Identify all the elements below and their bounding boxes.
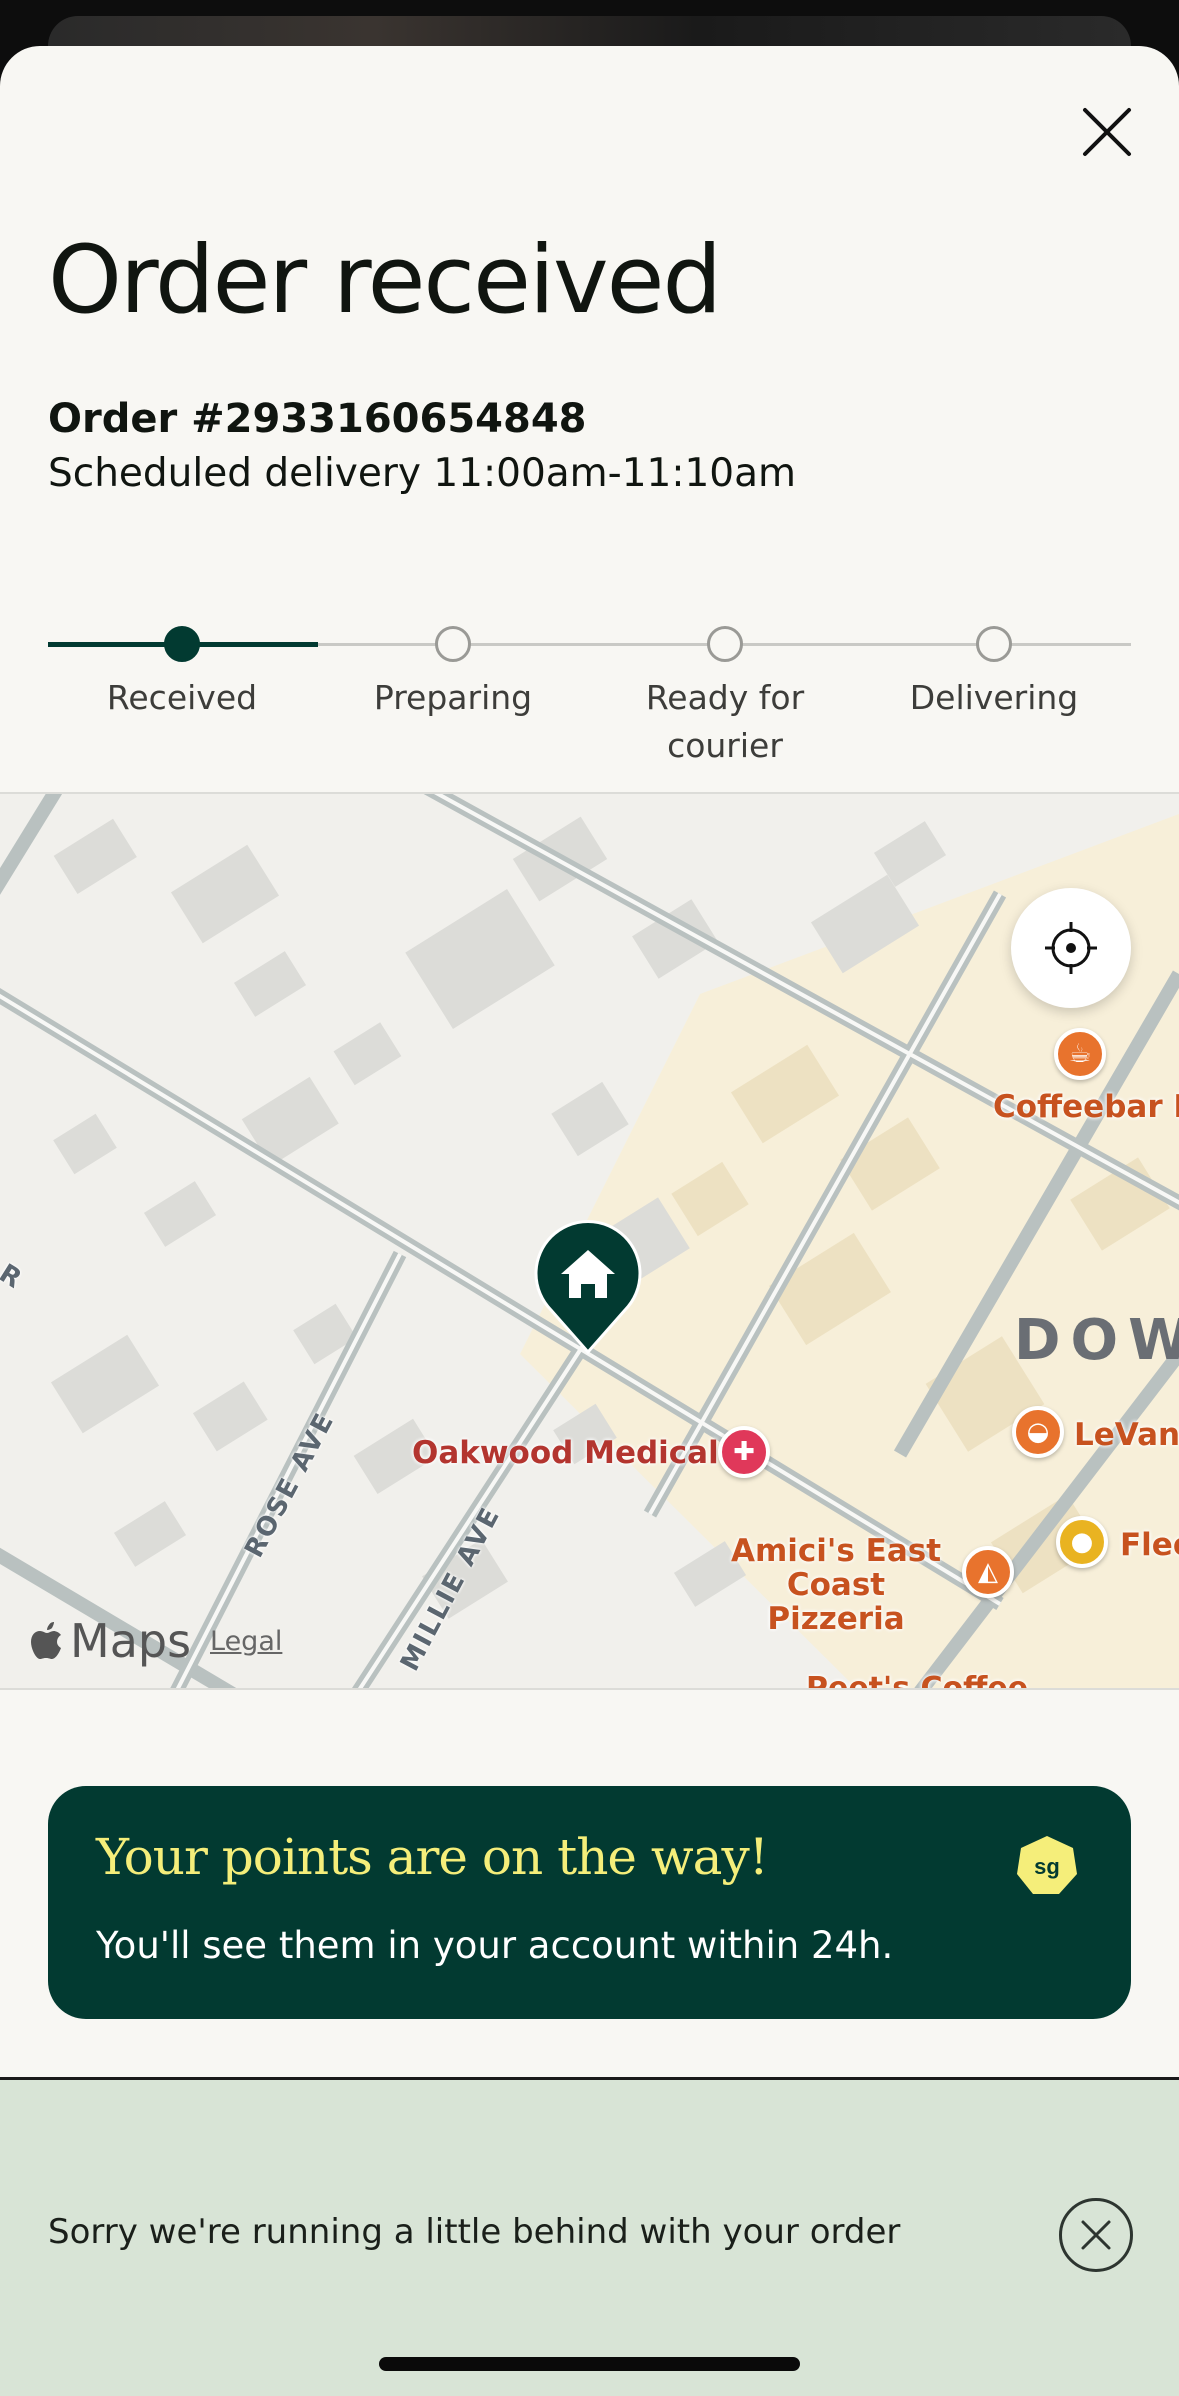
close-button[interactable]	[1077, 102, 1137, 162]
map-place-coffeebar[interactable]: Coffeebar Downtown	[993, 1090, 1179, 1124]
order-progress-tracker: Received Preparing Ready for courier Del…	[48, 624, 1131, 774]
dismiss-banner-button[interactable]	[1059, 2198, 1133, 2272]
coffee-cup-icon[interactable]: ☕	[1054, 1028, 1106, 1080]
maps-logo: Maps	[30, 1614, 191, 1668]
step-ready-for-courier: Ready for courier	[615, 624, 835, 770]
pizza-slice-icon[interactable]: ◭	[962, 1546, 1014, 1598]
step-dot	[164, 626, 200, 662]
step-dot	[435, 626, 471, 662]
home-indicator[interactable]	[379, 2357, 800, 2371]
delivery-schedule: Scheduled delivery 11:00am-11:10am	[48, 451, 797, 496]
step-dot	[707, 626, 743, 662]
map-place-amici-pizzeria[interactable]: Amici's East Coast Pizzeria	[716, 1534, 956, 1636]
map-place-fleet[interactable]: Flee	[1120, 1528, 1179, 1562]
shirt-icon[interactable]: ●	[1056, 1516, 1108, 1568]
map-place-peets[interactable]: Peet's Coffee	[806, 1672, 1028, 1689]
step-received: Received	[72, 624, 292, 722]
svg-text:sg: sg	[1034, 1854, 1060, 1879]
step-label: Received	[106, 678, 258, 717]
points-card: Your points are on the way! You'll see t…	[48, 1786, 1131, 2019]
locate-me-button[interactable]	[1011, 888, 1131, 1008]
step-preparing: Preparing	[343, 624, 563, 722]
step-dot	[976, 626, 1012, 662]
step-label: Ready for courier	[645, 678, 805, 765]
map-place-levant[interactable]: LeVant	[1074, 1418, 1179, 1452]
apple-logo-icon	[31, 1622, 61, 1659]
map-district-label: DOWN	[1014, 1308, 1179, 1373]
legal-link[interactable]: Legal	[210, 1626, 282, 1657]
map-place-oakwood-medical[interactable]: Oakwood Medical	[412, 1436, 719, 1470]
step-label: Delivering	[909, 678, 1079, 717]
delivery-map[interactable]: ☕ Coffeebar Downtown Oakwood Medical ✚ ◒…	[0, 792, 1179, 1690]
medical-cross-icon[interactable]: ✚	[718, 1426, 770, 1478]
close-icon	[1081, 2220, 1111, 2250]
order-status-sheet: Order received Order #2933160654848 Sche…	[0, 46, 1179, 2396]
step-label: Preparing	[373, 678, 533, 717]
home-pin-icon	[533, 1218, 643, 1356]
sg-badge-icon: sg	[1017, 1836, 1077, 1894]
close-icon	[1083, 108, 1131, 156]
delay-notice-banner: Sorry we're running a little behind with…	[0, 2077, 1179, 2396]
bakery-icon[interactable]: ◒	[1012, 1406, 1064, 1458]
points-subtitle: You'll see them in your account within 2…	[96, 1924, 894, 1967]
locate-crosshair-icon	[1045, 922, 1097, 974]
maps-brand-text: Maps	[70, 1614, 192, 1668]
points-title: Your points are on the way!	[96, 1828, 769, 1886]
order-number: Order #2933160654848	[48, 396, 587, 442]
page-title: Order received	[48, 226, 722, 335]
delay-message: Sorry we're running a little behind with…	[48, 2212, 901, 2252]
step-delivering: Delivering	[884, 624, 1104, 722]
